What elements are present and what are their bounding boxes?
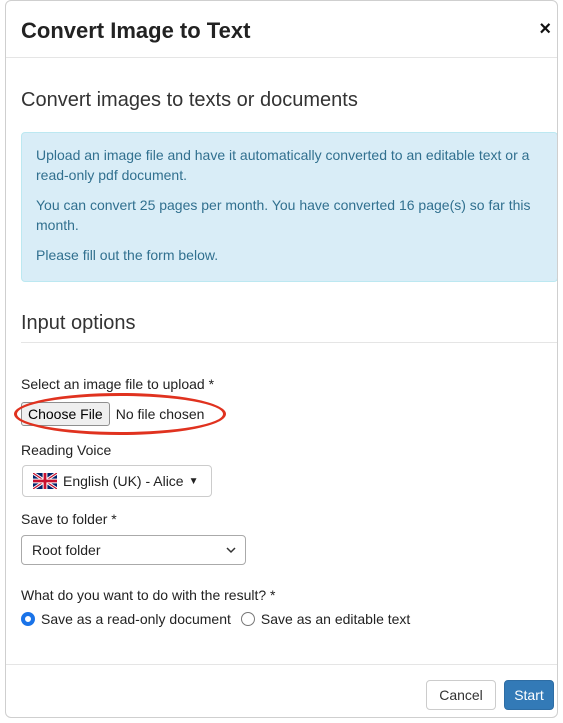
section-divider xyxy=(21,342,557,343)
chevron-down-icon xyxy=(225,543,237,559)
file-upload-label: Select an image file to upload * xyxy=(21,376,215,392)
dialog-title: Convert Image to Text xyxy=(21,18,251,43)
info-text-quota: You can convert 25 pages per month. You … xyxy=(36,197,531,233)
result-options: Save as a read-only document Save as an … xyxy=(21,611,420,627)
radio-editable[interactable] xyxy=(240,612,255,626)
uk-flag-icon xyxy=(32,471,58,491)
dialog-subtitle: Convert images to texts or documents xyxy=(21,89,358,111)
start-button[interactable]: Start xyxy=(504,680,554,710)
reading-voice-dropdown[interactable]: English (UK) - Alice ▼ xyxy=(22,465,212,497)
dialog-header: Convert Image to Text × xyxy=(6,1,557,58)
reading-voice-label: Reading Voice xyxy=(21,442,112,458)
caret-down-icon: ▼ xyxy=(188,475,199,487)
reading-voice-value: English (UK) - Alice xyxy=(63,473,184,489)
save-folder-select[interactable]: Root folder xyxy=(21,535,246,565)
save-folder-value: Root folder xyxy=(32,542,101,558)
option-readonly-label[interactable]: Save as a read-only document xyxy=(41,611,231,627)
close-icon[interactable]: × xyxy=(539,19,551,39)
info-alert: Upload an image file and have it automat… xyxy=(21,132,557,282)
option-editable[interactable]: Save as an editable text xyxy=(240,611,410,627)
info-text-upload: Upload an image file and have it automat… xyxy=(36,147,530,183)
result-question-label: What do you want to do with the result? … xyxy=(21,587,276,603)
option-editable-label[interactable]: Save as an editable text xyxy=(261,611,410,627)
save-folder-label: Save to folder * xyxy=(21,511,117,527)
info-text-instructions: Please fill out the form below. xyxy=(36,247,219,263)
convert-dialog: Convert Image to Text × Convert images t… xyxy=(5,0,558,718)
radio-readonly[interactable] xyxy=(21,612,35,626)
dialog-footer: Cancel Start xyxy=(6,664,557,717)
cancel-button[interactable]: Cancel xyxy=(426,680,496,710)
highlight-annotation xyxy=(14,393,226,435)
option-readonly[interactable]: Save as a read-only document xyxy=(21,611,231,627)
input-options-heading: Input options xyxy=(21,312,136,334)
